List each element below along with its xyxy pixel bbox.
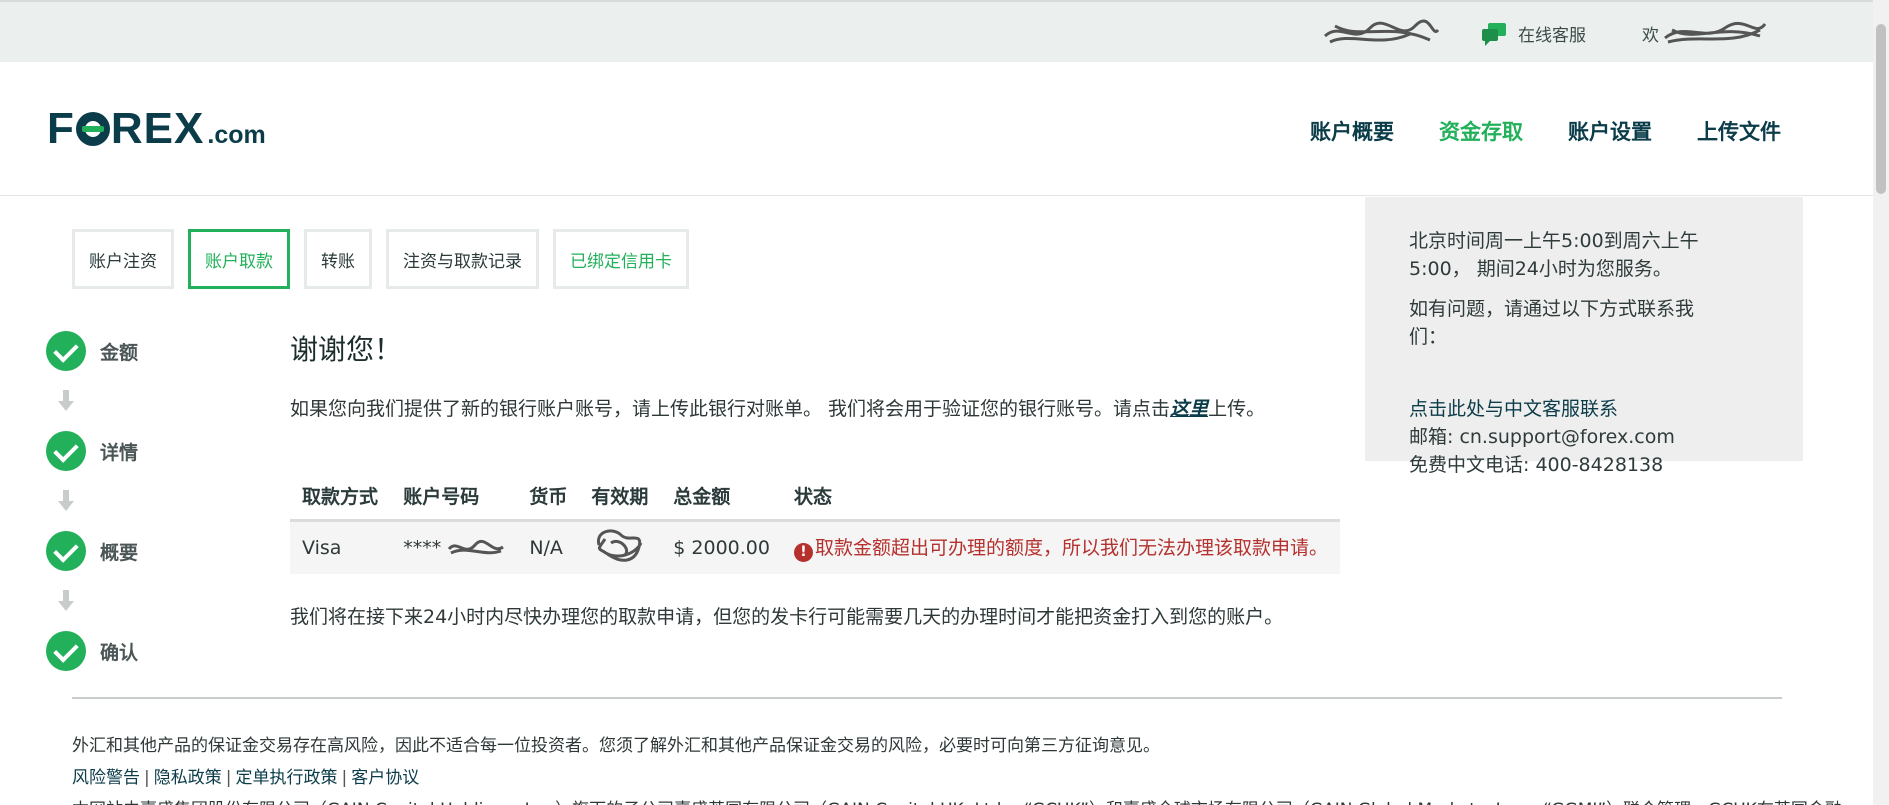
withdrawal-table: 取款方式 账户号码 货币 有效期 总金额 状态 Visa **** N/A $ … [290,472,1340,574]
step-details: 详情 [46,431,186,471]
cell-currency: N/A [517,520,580,574]
scrollbar-thumb[interactable] [1876,24,1886,194]
col-currency: 货币 [517,472,580,522]
arrow-down-icon [58,590,74,612]
username-text: 欢 [1642,26,1659,46]
main-nav: 账户概要 资金存取 账户设置 上传文件 [1310,116,1781,146]
processing-notice: 我们将在接下来24小时内尽快办理您的取款申请，但您的发卡行可能需要几天的办理时间… [290,606,1284,628]
col-amount: 总金额 [661,472,782,522]
forex-logo[interactable]: F REX .com [47,104,266,154]
tab-history[interactable]: 注资与取款记录 [386,229,539,289]
support-info-box: 北京时间周一上午5:00到周六上午5:00， 期间24小时为您服务。 如有问题，… [1365,197,1803,476]
tab-linked-cards[interactable]: 已绑定信用卡 [553,229,689,289]
withdrawal-result: 谢谢您！ 如果您向我们提供了新的银行账户账号，请上传此银行对账单。 我们将会用于… [290,328,1340,628]
chat-bubbles-icon [1482,22,1506,46]
online-support-link[interactable]: 在线客服 [1480,21,1586,46]
chinese-support-link[interactable]: 点击此处与中文客服联系 [1409,395,1803,423]
tab-transfer[interactable]: 转账 [304,229,372,289]
col-account: 账户号码 [391,472,518,522]
page-title: 谢谢您！ [290,333,403,366]
nav-upload-files[interactable]: 上传文件 [1697,116,1781,146]
tab-withdraw[interactable]: 账户取款 [188,229,290,289]
upload-statement-intro: 如果您向我们提供了新的银行账户账号，请上传此银行对账单。 我们将会用于验证您的银… [290,394,1265,421]
arrow-down-icon [58,390,74,412]
check-circle-icon [46,431,86,471]
logo-o-mark-icon [75,112,110,146]
step-amount: 金额 [46,331,186,371]
step-label: 金额 [100,341,139,364]
username-greeting[interactable]: 欢 [1642,21,1659,46]
col-method: 取款方式 [290,472,392,522]
status-error-text: 取款金额超出可办理的额度，所以我们无法办理该取款申请。 [814,537,1328,560]
footer-link-client-agreement[interactable]: 客户协议 [351,768,419,788]
upload-here-link[interactable]: 这里 [1170,398,1208,420]
nav-account-summary[interactable]: 账户概要 [1310,116,1394,146]
cell-method: Visa [290,520,392,574]
funding-subtabs: 账户注资 账户取款 转账 注资与取款记录 已绑定信用卡 [72,229,689,289]
step-confirm: 确认 [46,631,186,671]
legal-text: 本网站由嘉盛集团股份有限公司（GAIN Capital Holdings, In… [72,795,1842,805]
check-circle-icon [46,331,86,371]
redacted-scribble [448,539,505,555]
footer-link-privacy[interactable]: 隐私政策 [154,768,222,788]
step-arrow [46,571,186,631]
nav-account-settings[interactable]: 账户设置 [1568,116,1652,146]
step-label: 概要 [100,541,139,564]
step-label: 确认 [100,641,139,664]
withdrawal-steps: 金额 详情 概要 确认 [46,331,186,671]
cell-expiry [579,520,662,574]
logo-letters: REX [110,104,205,153]
tab-deposit[interactable]: 账户注资 [72,229,174,289]
risk-disclaimer: 外汇和其他产品的保证金交易存在高风险，因此不适合每一位投资者。您须了解外汇和其他… [72,736,1160,756]
footer-link-risk-warning[interactable]: 风险警告 [72,768,140,788]
cell-status: ! 取款金额超出可办理的额度，所以我们无法办理该取款申请。 [781,520,1340,574]
support-phone: 免费中文电话: 400-8428138 [1409,454,1664,476]
step-arrow [46,371,186,431]
table-header-row: 取款方式 账户号码 货币 有效期 总金额 状态 [290,472,1340,522]
contact-prompt: 如有问题，请通过以下方式联系我们： [1409,298,1695,348]
top-utility-bar: 在线客服 欢 [0,0,1889,62]
footer-links: 风险警告 | 隐私政策 | 定单执行政策 | 客户协议 [72,768,420,788]
redacted-scribble [1323,19,1440,44]
intro-text: 如果您向我们提供了新的银行账户账号，请上传此银行对账单。 我们将会用于验证您的银… [290,398,1171,420]
online-support-label: 在线客服 [1518,26,1586,46]
step-arrow [46,471,186,531]
col-status: 状态 [781,472,1340,522]
step-summary: 概要 [46,531,186,571]
service-hours: 北京时间周一上午5:00到周六上午5:00， 期间24小时为您服务。 [1409,230,1699,280]
check-circle-icon [46,531,86,571]
support-email: 邮箱: cn.support@forex.com [1409,426,1675,448]
nav-funding[interactable]: 资金存取 [1439,116,1523,146]
logo-letter-f: F [47,104,75,153]
table-row: Visa **** N/A $ 2000.00 ! 取款金额超出可办理的额度，所以… [290,520,1340,574]
error-exclamation-icon: ! [793,543,813,563]
redacted-scribble [597,529,643,562]
arrow-down-icon [58,490,74,512]
account-masked: **** [403,536,442,559]
cell-account: **** [391,520,518,574]
site-header: F REX .com 账户概要 资金存取 账户设置 上传文件 [0,62,1889,196]
check-circle-icon [46,631,86,671]
col-expiry: 有效期 [579,472,662,522]
intro-text-end: 上传。 [1208,398,1266,420]
step-label: 详情 [100,441,139,464]
footer-link-order-execution[interactable]: 定单执行政策 [235,768,337,788]
redacted-username-scribble [1664,21,1767,44]
cell-amount: $ 2000.00 [661,520,782,574]
logo-suffix: .com [207,121,266,149]
footer-divider [72,697,1782,699]
